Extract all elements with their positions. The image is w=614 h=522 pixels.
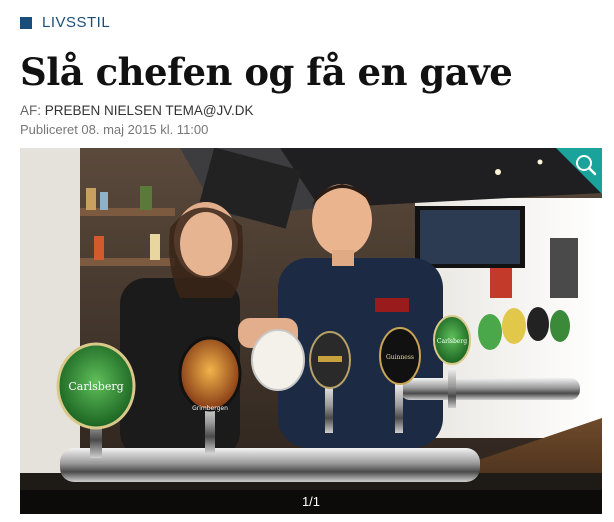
tap-label: Carlsberg (68, 380, 123, 393)
byline-prefix: AF: (20, 103, 42, 118)
photo-illustration: Carlsberg Grimbergen Guinness Carlsberg (20, 148, 602, 514)
category-tag[interactable]: LIVSSTIL (20, 14, 110, 31)
published-timestamp: Publiceret 08. maj 2015 kl. 11:00 (20, 122, 209, 137)
tap-label: Guinness (386, 354, 414, 361)
tap-label: Carlsberg (437, 338, 467, 345)
byline: AF: PREBEN NIELSEN TEMA@JV.DK (20, 103, 254, 118)
zoom-button[interactable] (556, 148, 602, 194)
category-square-icon (20, 16, 32, 29)
gallery-counter: 1/1 (20, 490, 602, 514)
article-photo[interactable]: Carlsberg Grimbergen Guinness Carlsberg (20, 148, 602, 514)
category-label: LIVSSTIL (42, 14, 111, 31)
zoom-corner (556, 148, 602, 194)
tap-label: Grimbergen (192, 405, 228, 412)
article-headline: Slå chefen og få en gave (20, 50, 513, 94)
byline-author[interactable]: PREBEN NIELSEN TEMA@JV.DK (45, 103, 254, 118)
